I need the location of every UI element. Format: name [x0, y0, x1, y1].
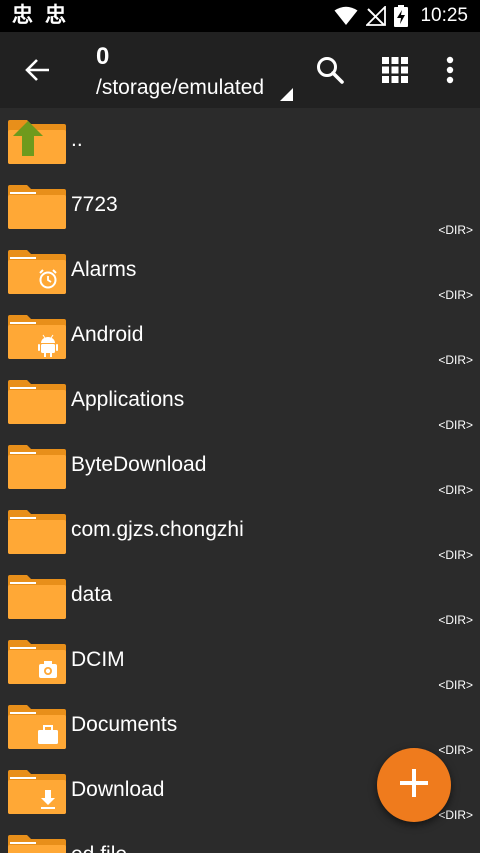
dir-label: <DIR>	[438, 808, 473, 822]
download-folder-icon	[8, 768, 66, 814]
plus-icon	[399, 768, 429, 803]
list-item[interactable]: data <DIR>	[0, 563, 480, 628]
dropdown-caret-icon[interactable]	[280, 88, 293, 101]
no-signal-icon	[366, 6, 387, 26]
file-name: Documents	[71, 713, 178, 736]
file-name: com.gjzs.chongzhi	[71, 518, 244, 541]
dir-label: <DIR>	[438, 288, 473, 302]
alarm-folder-icon	[8, 248, 66, 294]
status-bar: 忠 忠 10:25	[0, 0, 480, 32]
dir-label: <DIR>	[438, 548, 473, 562]
list-item[interactable]: com.gjzs.chongzhi <DIR>	[0, 498, 480, 563]
list-item[interactable]: ..	[0, 108, 480, 173]
dir-label: <DIR>	[438, 223, 473, 237]
back-arrow-icon[interactable]	[20, 52, 56, 88]
file-name: Download	[71, 778, 165, 801]
list-item[interactable]: Applications <DIR>	[0, 368, 480, 433]
path-selector[interactable]: /storage/emulated	[96, 76, 264, 100]
file-list: .. 7723 <DIR> Alarms <DIR> Android <DIR>…	[0, 108, 480, 853]
folder-icon	[8, 378, 66, 424]
dir-label: <DIR>	[438, 678, 473, 692]
more-vert-icon[interactable]	[430, 50, 470, 90]
app-toolbar: 0 /storage/emulated	[0, 32, 480, 108]
wifi-icon	[334, 6, 358, 26]
app-notification-icon: 忠	[12, 4, 33, 27]
file-name: Applications	[71, 388, 185, 411]
file-name: data	[71, 583, 112, 606]
folder-icon	[8, 183, 66, 229]
battery-charging-icon	[394, 5, 409, 27]
list-item[interactable]: ByteDownload <DIR>	[0, 433, 480, 498]
dir-label: <DIR>	[438, 743, 473, 757]
dir-label: <DIR>	[438, 483, 473, 497]
file-name: DCIM	[71, 648, 125, 671]
page-title: 0	[96, 43, 110, 70]
list-item[interactable]: ed.file	[0, 823, 480, 853]
add-fab-button[interactable]	[377, 748, 451, 822]
dir-label: <DIR>	[438, 418, 473, 432]
folder-icon	[8, 833, 66, 853]
file-name: ByteDownload	[71, 453, 207, 476]
folder-icon	[8, 573, 66, 619]
folder-icon	[8, 443, 66, 489]
app-notification-icon: 忠	[45, 4, 66, 27]
list-item[interactable]: 7723 <DIR>	[0, 173, 480, 238]
file-name: ed.file	[71, 843, 127, 853]
clock: 10:25	[420, 5, 468, 26]
dir-label: <DIR>	[438, 353, 473, 367]
file-name: 7723	[71, 193, 118, 216]
android-folder-icon	[8, 313, 66, 359]
file-name: ..	[71, 128, 83, 151]
search-icon[interactable]	[310, 50, 350, 90]
folder-icon	[8, 508, 66, 554]
camera-folder-icon	[8, 638, 66, 684]
list-item[interactable]: Android <DIR>	[0, 303, 480, 368]
list-item[interactable]: Alarms <DIR>	[0, 238, 480, 303]
dir-label: <DIR>	[438, 613, 473, 627]
briefcase-folder-icon	[8, 703, 66, 749]
list-item[interactable]: DCIM <DIR>	[0, 628, 480, 693]
file-name: Android	[71, 323, 144, 346]
grid-view-icon[interactable]	[375, 50, 415, 90]
file-name: Alarms	[71, 258, 137, 281]
parent-folder-icon	[8, 118, 66, 164]
